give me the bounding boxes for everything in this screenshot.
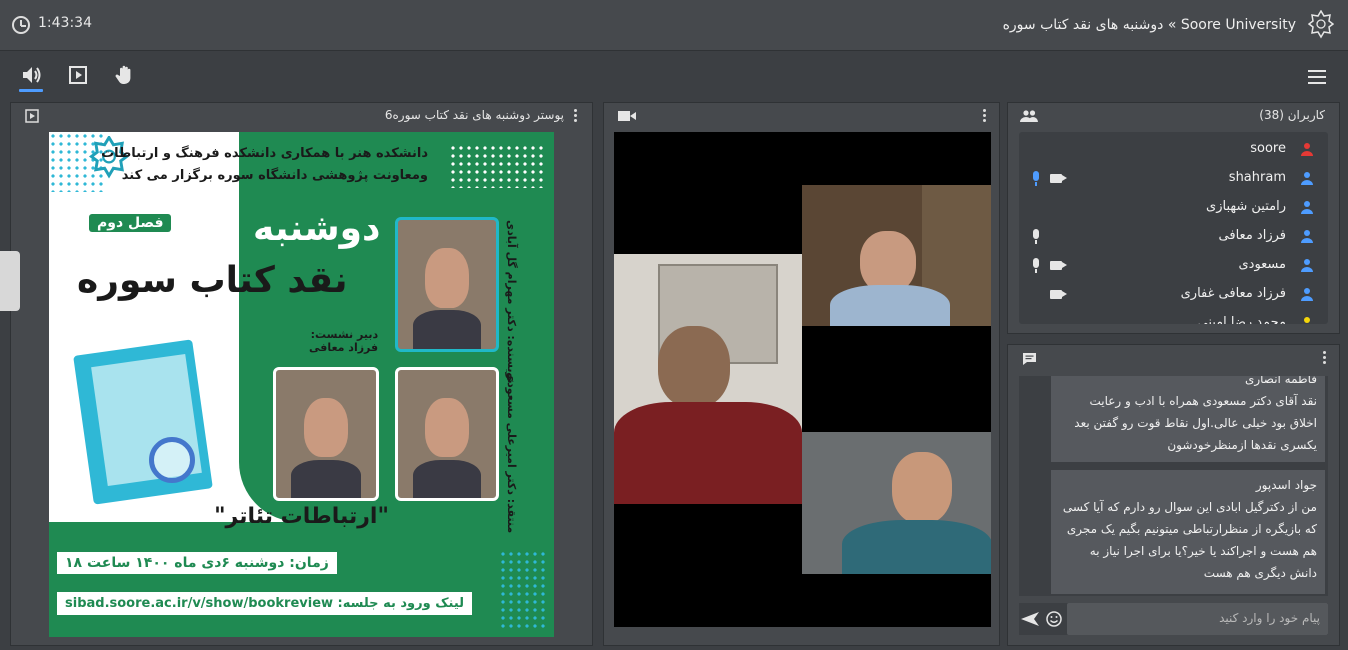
microphone-icon bbox=[1033, 229, 1039, 244]
chat-messages: فاطمه انصاری نقد آقای دکتر مسعودی همراه … bbox=[1019, 376, 1328, 596]
camera-icon bbox=[1050, 261, 1067, 270]
chat-icon bbox=[1023, 353, 1036, 365]
user-icon bbox=[1304, 317, 1310, 323]
users-group-icon bbox=[1020, 110, 1038, 122]
poster-season-label: فصل دوم bbox=[89, 214, 172, 232]
chat-message-input[interactable]: پیام خود را وارد کنید bbox=[1067, 603, 1328, 635]
user-name: shahram bbox=[1228, 170, 1286, 185]
user-row[interactable]: soore bbox=[1019, 134, 1328, 163]
camera-icon bbox=[1050, 174, 1067, 183]
chat-text: نقد آقای دکتر مسعودی همراه با ادب و رعای… bbox=[1074, 394, 1317, 452]
video-tile[interactable] bbox=[802, 432, 991, 574]
session-timer: 1:43:34 bbox=[38, 15, 92, 31]
users-header: کاربران (38) bbox=[1008, 103, 1339, 129]
poster-secretary-name: فرزاد معافی bbox=[309, 341, 379, 354]
chat-message: فاطمه انصاری نقد آقای دکتر مسعودی همراه … bbox=[1051, 376, 1325, 462]
poster-heading-1: دوشنبه هایِ bbox=[169, 208, 381, 249]
send-icon[interactable] bbox=[1021, 612, 1039, 626]
poster-author-label: نویسنده: دکتر مهرام گل آبادی bbox=[505, 220, 518, 384]
poster-secretary: دبیر نشست: فرزاد معافی bbox=[309, 328, 378, 354]
chat-message: جواد اسدپور من از دکترگیل ابادی این سوال… bbox=[1051, 470, 1325, 594]
poster-book-title: "ارتباطات تئاتر" bbox=[214, 504, 389, 529]
poster-secretary-label: دبیر نشست: bbox=[310, 328, 379, 341]
poster-dots bbox=[499, 550, 547, 630]
user-name: فرزاد معافی غفاری bbox=[1180, 286, 1286, 301]
chat-header bbox=[1008, 345, 1339, 371]
poster-author-photo bbox=[395, 217, 499, 352]
presentation-header: پوستر دوشنبه های نقد کتاب سوره6 bbox=[11, 103, 592, 129]
user-icon bbox=[1301, 201, 1313, 214]
microphone-icon bbox=[1033, 258, 1039, 273]
user-row[interactable]: رامتین شهبازی bbox=[1019, 192, 1328, 221]
user-icon bbox=[1301, 259, 1313, 272]
poster-link: لینک ورود به جلسه: sibad.soore.ac.ir/v/s… bbox=[57, 592, 473, 615]
user-name: رامتین شهبازی bbox=[1206, 199, 1286, 214]
chat-sender: فاطمه انصاری bbox=[1244, 376, 1317, 386]
play-screen-icon[interactable] bbox=[66, 63, 90, 87]
user-row[interactable]: محمد رضا امینی bbox=[1019, 308, 1328, 324]
chat-sender: جواد اسدپور bbox=[1255, 478, 1317, 492]
side-drawer-handle[interactable] bbox=[0, 251, 20, 311]
menu-icon[interactable] bbox=[1308, 70, 1326, 84]
user-name: soore bbox=[1250, 141, 1286, 156]
poster-dots bbox=[449, 144, 545, 188]
poster-time: زمان: دوشنبه ۶دی ماه ۱۴۰۰ ساعت ۱۸ bbox=[57, 552, 337, 574]
camera-icon bbox=[1050, 290, 1067, 299]
magnifier-icon bbox=[149, 437, 195, 483]
video-grid bbox=[614, 132, 991, 627]
poster-slide: دانشکده هنر با همکاری دانشکده فرهنگ و ار… bbox=[49, 132, 554, 637]
user-icon bbox=[1301, 172, 1313, 185]
video-camera-icon[interactable] bbox=[618, 110, 636, 122]
user-list: soore shahram رامتین شهبازی فرزاد معافی … bbox=[1019, 132, 1328, 324]
speaker-icon[interactable] bbox=[20, 63, 44, 87]
top-bar: 1:43:34 Soore University » دوشنبه های نق… bbox=[0, 0, 1348, 51]
microphone-icon bbox=[1033, 171, 1039, 186]
active-tab-indicator bbox=[19, 89, 43, 92]
poster-organizer-line1: دانشکده هنر با همکاری دانشکده فرهنگ و ار… bbox=[101, 146, 428, 161]
poster-heading-2: نقد کتاب سوره bbox=[77, 260, 348, 301]
chat-input-bar: پیام خود را وارد کنید bbox=[1019, 603, 1328, 635]
chat-input-placeholder: پیام خود را وارد کنید bbox=[1219, 611, 1320, 625]
video-options-icon[interactable] bbox=[983, 109, 987, 123]
user-name: فرزاد معافی bbox=[1218, 228, 1286, 243]
presentation-screen-icon[interactable] bbox=[25, 109, 39, 123]
raise-hand-icon[interactable] bbox=[113, 63, 137, 87]
user-name: محمد رضا امینی bbox=[1197, 315, 1287, 324]
chat-text: من از دکترگیل ابادی این سوال رو دارم که … bbox=[1062, 500, 1317, 580]
presentation-options-icon[interactable] bbox=[574, 109, 578, 123]
toolbar bbox=[0, 51, 1348, 101]
user-row[interactable]: فرزاد معافی غفاری bbox=[1019, 279, 1328, 308]
video-tile[interactable] bbox=[614, 254, 802, 504]
university-logo-icon bbox=[1308, 10, 1334, 39]
user-row[interactable]: فرزاد معافی bbox=[1019, 221, 1328, 250]
chat-options-icon[interactable] bbox=[1323, 351, 1327, 365]
presentation-title: پوستر دوشنبه های نقد کتاب سوره6 bbox=[384, 108, 564, 122]
user-icon bbox=[1301, 288, 1313, 301]
session-title: Soore University » دوشنبه های نقد کتاب س… bbox=[1002, 17, 1296, 33]
user-name: مسعودی bbox=[1238, 257, 1286, 272]
poster-organizer-line2: ومعاونت پژوهشی دانشگاه سوره برگزار می کن… bbox=[121, 168, 428, 183]
user-icon bbox=[1301, 143, 1313, 156]
video-header bbox=[604, 103, 999, 129]
video-tile[interactable] bbox=[802, 185, 991, 326]
users-title: کاربران (38) bbox=[1259, 108, 1325, 122]
clock-icon bbox=[12, 16, 30, 34]
poster-secretary-photo bbox=[273, 367, 379, 501]
poster-critic-photo bbox=[395, 367, 499, 501]
user-row[interactable]: مسعودی bbox=[1019, 250, 1328, 279]
poster-green-footer bbox=[49, 522, 554, 637]
user-icon bbox=[1301, 230, 1313, 243]
emoji-icon[interactable] bbox=[1046, 611, 1062, 627]
user-row[interactable]: shahram bbox=[1019, 163, 1328, 192]
